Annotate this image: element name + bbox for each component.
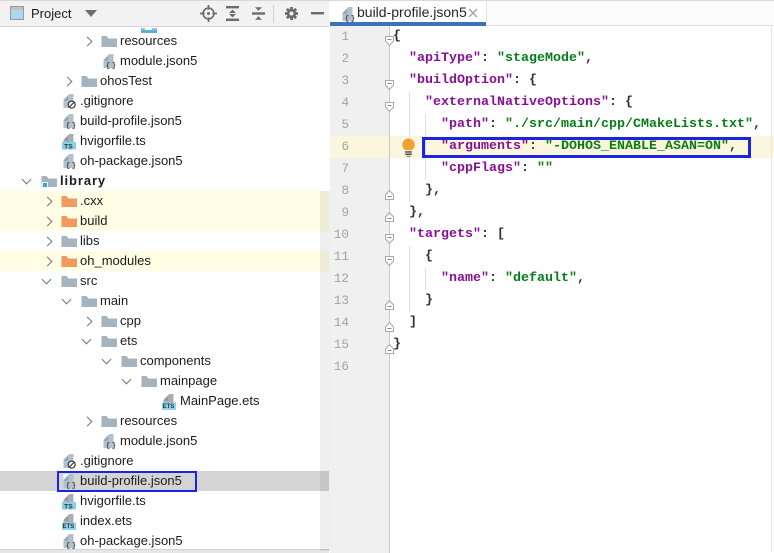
- svg-text:ETS: ETS: [63, 524, 75, 530]
- svg-text:TS: TS: [64, 143, 73, 150]
- svg-text:{}: {}: [66, 123, 78, 131]
- svg-text:{}: {}: [66, 163, 78, 171]
- svg-text:{}: {}: [106, 63, 118, 71]
- svg-text:ETS: ETS: [163, 404, 175, 410]
- svg-text:{}: {}: [106, 443, 118, 451]
- svg-text:TS: TS: [64, 503, 73, 510]
